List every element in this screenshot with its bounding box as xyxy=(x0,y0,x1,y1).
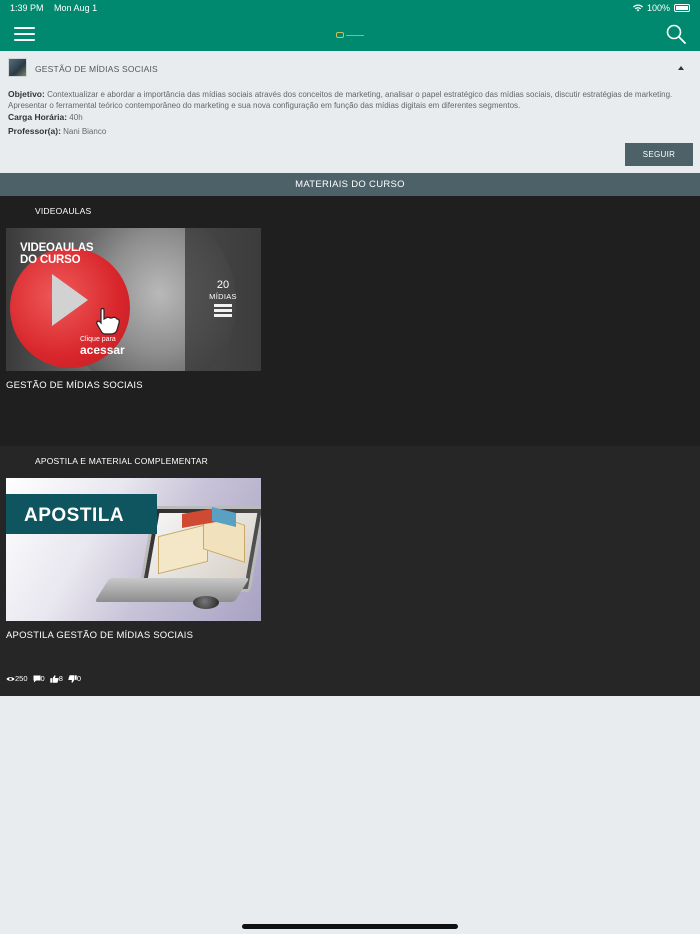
apostila-card[interactable]: APOSTILA xyxy=(6,478,261,621)
status-bar-right: 100% xyxy=(632,3,690,13)
video-thumbnail-title: VIDEOAULAS DO CURSO xyxy=(20,242,94,266)
likes-stat[interactable]: 8 xyxy=(49,674,63,683)
workload-value: 40h xyxy=(69,113,83,122)
video-thumbnail-cta: Clique para acessar xyxy=(80,336,125,356)
pointer-hand-icon xyxy=(96,307,120,335)
comments-stat[interactable]: 0 xyxy=(33,674,45,683)
apostila-name[interactable]: APOSTILA GESTÃO DE MÍDIAS SOCIAIS xyxy=(6,630,193,641)
comment-icon xyxy=(33,675,41,682)
dislikes-count: 0 xyxy=(76,674,82,683)
course-title: GESTÃO DE MÍDIAS SOCIAIS xyxy=(35,64,158,74)
play-icon xyxy=(52,274,88,326)
mouse-icon xyxy=(193,596,219,609)
section-apostila: APOSTILA E MATERIAL COMPLEMENTAR APOSTIL… xyxy=(0,446,700,696)
objective-text: Contextualizar e abordar a importância d… xyxy=(8,90,673,110)
materials-header: MATERIAIS DO CURSO xyxy=(0,173,700,196)
likes-count: 8 xyxy=(58,674,63,683)
views-count: 250 xyxy=(15,674,28,683)
section-title-apostila: APOSTILA E MATERIAL COMPLEMENTAR xyxy=(35,456,208,466)
battery-percent: 100% xyxy=(646,3,670,13)
wifi-icon xyxy=(632,4,643,12)
section-title-videoaulas: VIDEOAULAS xyxy=(35,206,92,216)
app-header: 1:39 PM Mon Aug 1 100% xyxy=(0,0,700,51)
views-stat: 250 xyxy=(6,674,28,683)
collapse-arrow-icon[interactable] xyxy=(678,66,684,70)
status-bar-left: 1:39 PM Mon Aug 1 xyxy=(10,3,105,13)
search-icon[interactable] xyxy=(666,24,686,44)
home-indicator xyxy=(242,924,458,929)
comments-count: 0 xyxy=(40,674,45,683)
workload-label: Carga Horária: xyxy=(8,112,68,122)
course-info-panel: GESTÃO DE MÍDIAS SOCIAIS Objetivo: Conte… xyxy=(0,51,700,173)
status-date: Mon Aug 1 xyxy=(54,3,98,13)
video-thumbnail-title-line1: VIDEOAULAS xyxy=(20,242,94,254)
course-thumbnail xyxy=(8,58,27,77)
list-icon xyxy=(214,304,232,318)
hamburger-menu-icon[interactable] xyxy=(14,27,35,41)
video-collection-name[interactable]: GESTÃO DE MÍDIAS SOCIAIS xyxy=(6,380,143,391)
video-cta-big: acessar xyxy=(80,343,125,357)
video-thumbnail-title-line2: DO CURSO xyxy=(20,254,81,266)
media-count-label: MÍDIAS xyxy=(209,292,237,301)
laptop-base xyxy=(94,578,250,602)
eye-icon xyxy=(6,676,15,681)
section-videoaulas: VIDEOAULAS VIDEOAULAS DO CURSO Clique pa… xyxy=(0,196,700,446)
objective-label: Objetivo: xyxy=(8,89,45,99)
follow-button[interactable]: SEGUIR xyxy=(625,143,693,166)
dislikes-stat[interactable]: 0 xyxy=(68,674,81,683)
video-collection-card[interactable]: VIDEOAULAS DO CURSO Clique para acessar … xyxy=(6,228,261,371)
teacher-value: Nani Bianco xyxy=(63,127,107,136)
media-count: 20 xyxy=(216,279,230,291)
status-time: 1:39 PM xyxy=(10,3,44,13)
thumbs-down-icon xyxy=(68,674,77,683)
apostila-banner-text: APOSTILA xyxy=(24,505,125,526)
course-description: Objetivo: Contextualizar e abordar a imp… xyxy=(8,89,692,137)
apostila-stats: 250 0 8 0 xyxy=(6,674,86,683)
teacher-label: Professor(a): xyxy=(8,126,61,136)
thumbs-up-icon xyxy=(49,674,59,683)
battery-icon xyxy=(674,4,690,12)
app-logo xyxy=(336,32,364,38)
